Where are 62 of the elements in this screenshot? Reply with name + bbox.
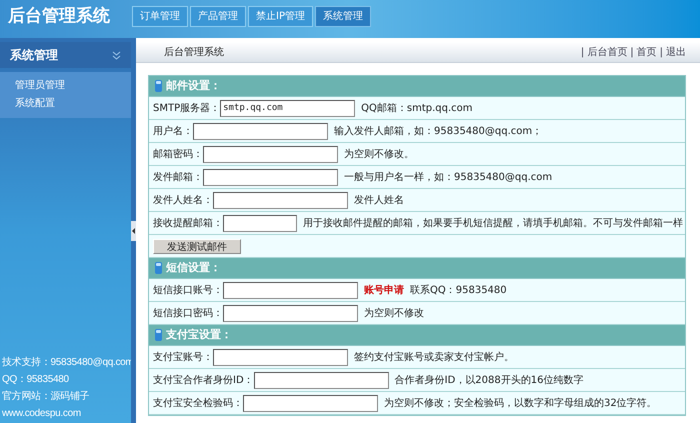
field-label: 发件邮箱： bbox=[153, 170, 203, 184]
section-title: 邮件设置： bbox=[166, 78, 221, 94]
input-field[interactable] bbox=[203, 168, 338, 186]
nav-link[interactable]: 后台首页 bbox=[587, 44, 628, 60]
app-title: 后台管理系统 bbox=[6, 5, 111, 28]
field-label: 用户名： bbox=[153, 124, 193, 138]
cylinder-icon bbox=[155, 329, 162, 341]
separator-text: | bbox=[580, 46, 584, 60]
footer-text: 技术支持：95835480@qq.com bbox=[2, 356, 131, 370]
sidebar-item[interactable]: 系统配置 bbox=[15, 96, 131, 111]
input-field[interactable] bbox=[223, 282, 358, 298]
send-test-email-button[interactable]: 发送测试邮件 bbox=[153, 238, 241, 254]
apply-link[interactable]: 账号申请 bbox=[364, 282, 404, 298]
hint-text: 为空则不修改；安全检验码，以数字和字母组成的32位字符。 bbox=[384, 396, 657, 410]
input-field[interactable] bbox=[223, 304, 358, 322]
input-field[interactable] bbox=[213, 192, 348, 208]
input-field[interactable] bbox=[223, 214, 297, 232]
input-field[interactable] bbox=[213, 348, 348, 366]
hint-text: 一般与用户名一样，如：95835480@qq.com bbox=[344, 170, 552, 184]
input-field[interactable] bbox=[203, 146, 338, 162]
field-label: 接收提醒邮箱： bbox=[153, 216, 223, 230]
hint-text: 合作者身份ID，以2088开头的16位纯数字 bbox=[394, 374, 584, 388]
nav-tab[interactable]: 系统管理 bbox=[314, 6, 371, 27]
input-field[interactable]: smtp.qq.com bbox=[220, 100, 356, 116]
field-label: 短信接口密码： bbox=[153, 306, 223, 320]
field-label: 短信接口账号： bbox=[153, 284, 223, 298]
field-label: 支付宝合作者身份ID： bbox=[153, 374, 254, 388]
cylinder-icon bbox=[155, 262, 162, 274]
sidebar-title: 系统管理 bbox=[10, 47, 58, 64]
nav-tab[interactable]: 禁止IP管理 bbox=[248, 6, 313, 27]
footer-text: www.codespu.com bbox=[2, 407, 82, 421]
hint-text: QQ邮箱：smtp.qq.com bbox=[361, 102, 472, 116]
page-title: 后台管理系统 bbox=[164, 46, 224, 60]
nav-link[interactable]: 退出 bbox=[666, 44, 686, 60]
collapse-handle-icon[interactable] bbox=[131, 220, 136, 240]
hint-text: 输入发件人邮箱，如：95835480@qq.com； bbox=[334, 124, 542, 138]
section-title: 短信设置： bbox=[166, 260, 221, 276]
field-label: 邮箱密码： bbox=[153, 148, 203, 162]
field-label: 支付宝安全检验码： bbox=[153, 396, 243, 410]
hint-text: 签约支付宝账号或卖家支付宝帐户。 bbox=[354, 350, 514, 364]
nav-tab[interactable]: 订单管理 bbox=[132, 6, 188, 27]
footer-text: 官方网站：源码铺子 bbox=[2, 390, 90, 404]
section-title: 支付宝设置： bbox=[166, 326, 232, 343]
cylinder-icon bbox=[155, 80, 162, 92]
field-label: SMTP服务器： bbox=[153, 102, 220, 116]
hint-text: 发件人姓名 bbox=[354, 194, 404, 208]
field-label: 发件人姓名： bbox=[153, 194, 213, 208]
input-field[interactable] bbox=[243, 394, 378, 412]
field-label: 支付宝账号： bbox=[153, 350, 213, 364]
input-field[interactable] bbox=[254, 372, 389, 388]
footer-text: QQ：95835480 bbox=[2, 373, 70, 387]
hint-text: 为空则不修改。 bbox=[344, 148, 414, 162]
separator-text: | bbox=[660, 46, 663, 60]
nav-tab[interactable]: 产品管理 bbox=[190, 6, 246, 27]
hint-text: 用于接收邮件提醒的邮箱，如果要手机短信提醒，请填手机邮箱。不可与发件邮箱一样 bbox=[303, 216, 683, 230]
hint-text: 为空则不修改 bbox=[364, 306, 424, 320]
separator-text: | bbox=[630, 46, 634, 60]
chevron-icon[interactable] bbox=[112, 50, 121, 60]
nav-link[interactable]: 首页 bbox=[636, 44, 657, 60]
input-field[interactable] bbox=[193, 122, 328, 140]
hint-text: 联系QQ：95835480 bbox=[410, 284, 507, 298]
sidebar-item[interactable]: 管理员管理 bbox=[15, 78, 131, 93]
